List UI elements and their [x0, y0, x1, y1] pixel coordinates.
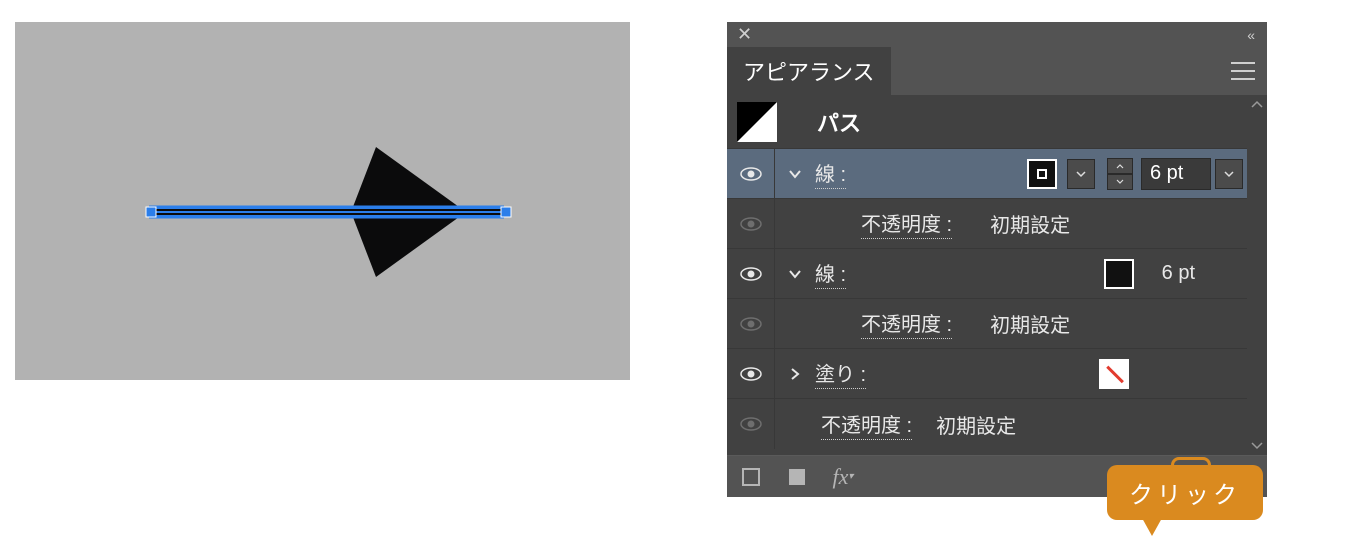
appearance-panel: ✕ « アピアランス パス 線 :	[727, 22, 1267, 497]
chevron-down-icon	[1116, 179, 1124, 185]
panel-body: パス 線 :	[727, 95, 1267, 455]
eye-icon	[739, 412, 763, 436]
panel-topbar: ✕ «	[727, 22, 1267, 47]
eye-icon	[739, 162, 763, 186]
stroke-color-swatch[interactable]	[1027, 159, 1057, 189]
stroke-weight-stepper[interactable]	[1107, 158, 1133, 190]
eye-icon	[739, 212, 763, 236]
tab-label: アピアランス	[743, 55, 875, 87]
close-icon[interactable]: ✕	[737, 24, 752, 45]
stroke-weight-field[interactable]: 6 pt	[1141, 158, 1211, 190]
opacity-label[interactable]: 不透明度 :	[821, 409, 912, 440]
canvas-artboard[interactable]	[15, 22, 630, 380]
stroke-weight-value: 6 pt	[1162, 262, 1195, 285]
new-stroke-button[interactable]	[737, 463, 765, 491]
scrollbar[interactable]	[1247, 95, 1267, 455]
expand-toggle[interactable]	[775, 267, 815, 281]
eye-icon	[739, 362, 763, 386]
opacity-row-2[interactable]: 不透明度 : 初期設定	[727, 299, 1267, 349]
stroke-label[interactable]: 線 :	[815, 258, 846, 289]
target-name: パス	[817, 106, 861, 138]
visibility-toggle[interactable]	[727, 249, 775, 298]
chevron-down-icon	[788, 267, 802, 281]
eye-icon	[739, 312, 763, 336]
target-header-row: パス	[727, 95, 1267, 149]
fill-row[interactable]: 塗り :	[727, 349, 1267, 399]
tab-appearance[interactable]: アピアランス	[727, 47, 891, 95]
scroll-down-icon	[1251, 441, 1263, 451]
chevron-down-icon	[1224, 169, 1234, 179]
path-center-line	[149, 211, 504, 213]
expand-toggle[interactable]	[775, 167, 815, 181]
weight-dropdown[interactable]	[1215, 159, 1243, 189]
panel-menu-button[interactable]	[1231, 47, 1255, 95]
stroke-color-swatch[interactable]	[1104, 259, 1134, 289]
object-thumbnail-icon	[737, 102, 777, 142]
chevron-right-icon	[788, 367, 802, 381]
stroke-row-1[interactable]: 線 : 6 pt	[727, 149, 1267, 199]
visibility-toggle[interactable]	[727, 399, 775, 449]
color-dropdown[interactable]	[1067, 159, 1095, 189]
stroke-label[interactable]: 線 :	[815, 158, 846, 189]
add-effect-button[interactable]: fx▾	[829, 463, 857, 491]
stroke-row-2[interactable]: 線 : 6 pt	[727, 249, 1267, 299]
visibility-toggle[interactable]	[727, 199, 775, 248]
opacity-value[interactable]: 初期設定	[990, 209, 1070, 238]
new-fill-button[interactable]	[783, 463, 811, 491]
collapse-icon[interactable]: «	[1247, 27, 1257, 43]
visibility-toggle[interactable]	[727, 299, 775, 348]
callout-bubble: クリック	[1107, 465, 1263, 520]
opacity-label[interactable]: 不透明度 :	[861, 308, 952, 339]
expand-toggle[interactable]	[775, 367, 815, 381]
fill-color-swatch-none[interactable]	[1099, 359, 1129, 389]
selected-arrow-path[interactable]	[151, 202, 506, 222]
visibility-toggle[interactable]	[727, 349, 775, 398]
anchor-handle-right[interactable]	[501, 207, 512, 218]
fx-label: fx	[833, 464, 849, 490]
eye-icon	[739, 262, 763, 286]
callout-text: クリック	[1129, 482, 1241, 509]
swatch-inner-icon	[1037, 169, 1047, 179]
fill-label[interactable]: 塗り :	[815, 358, 866, 389]
chevron-up-icon	[1116, 163, 1124, 169]
anchor-handle-left[interactable]	[146, 207, 157, 218]
opacity-row-3[interactable]: 不透明度 : 初期設定	[727, 399, 1267, 449]
opacity-row-1[interactable]: 不透明度 : 初期設定	[727, 199, 1267, 249]
visibility-toggle[interactable]	[727, 149, 775, 198]
chevron-down-icon	[788, 167, 802, 181]
panel-tabs: アピアランス	[727, 47, 1267, 95]
square-filled-icon	[787, 467, 807, 487]
opacity-value[interactable]: 初期設定	[990, 309, 1070, 338]
stepper-up[interactable]	[1107, 158, 1133, 174]
stepper-down[interactable]	[1107, 174, 1133, 190]
opacity-value[interactable]: 初期設定	[936, 410, 1016, 439]
stroke-weight-value: 6 pt	[1150, 162, 1183, 185]
square-outline-icon	[741, 467, 761, 487]
scroll-up-icon	[1251, 99, 1263, 109]
chevron-down-icon	[1076, 169, 1086, 179]
opacity-label[interactable]: 不透明度 :	[861, 208, 952, 239]
